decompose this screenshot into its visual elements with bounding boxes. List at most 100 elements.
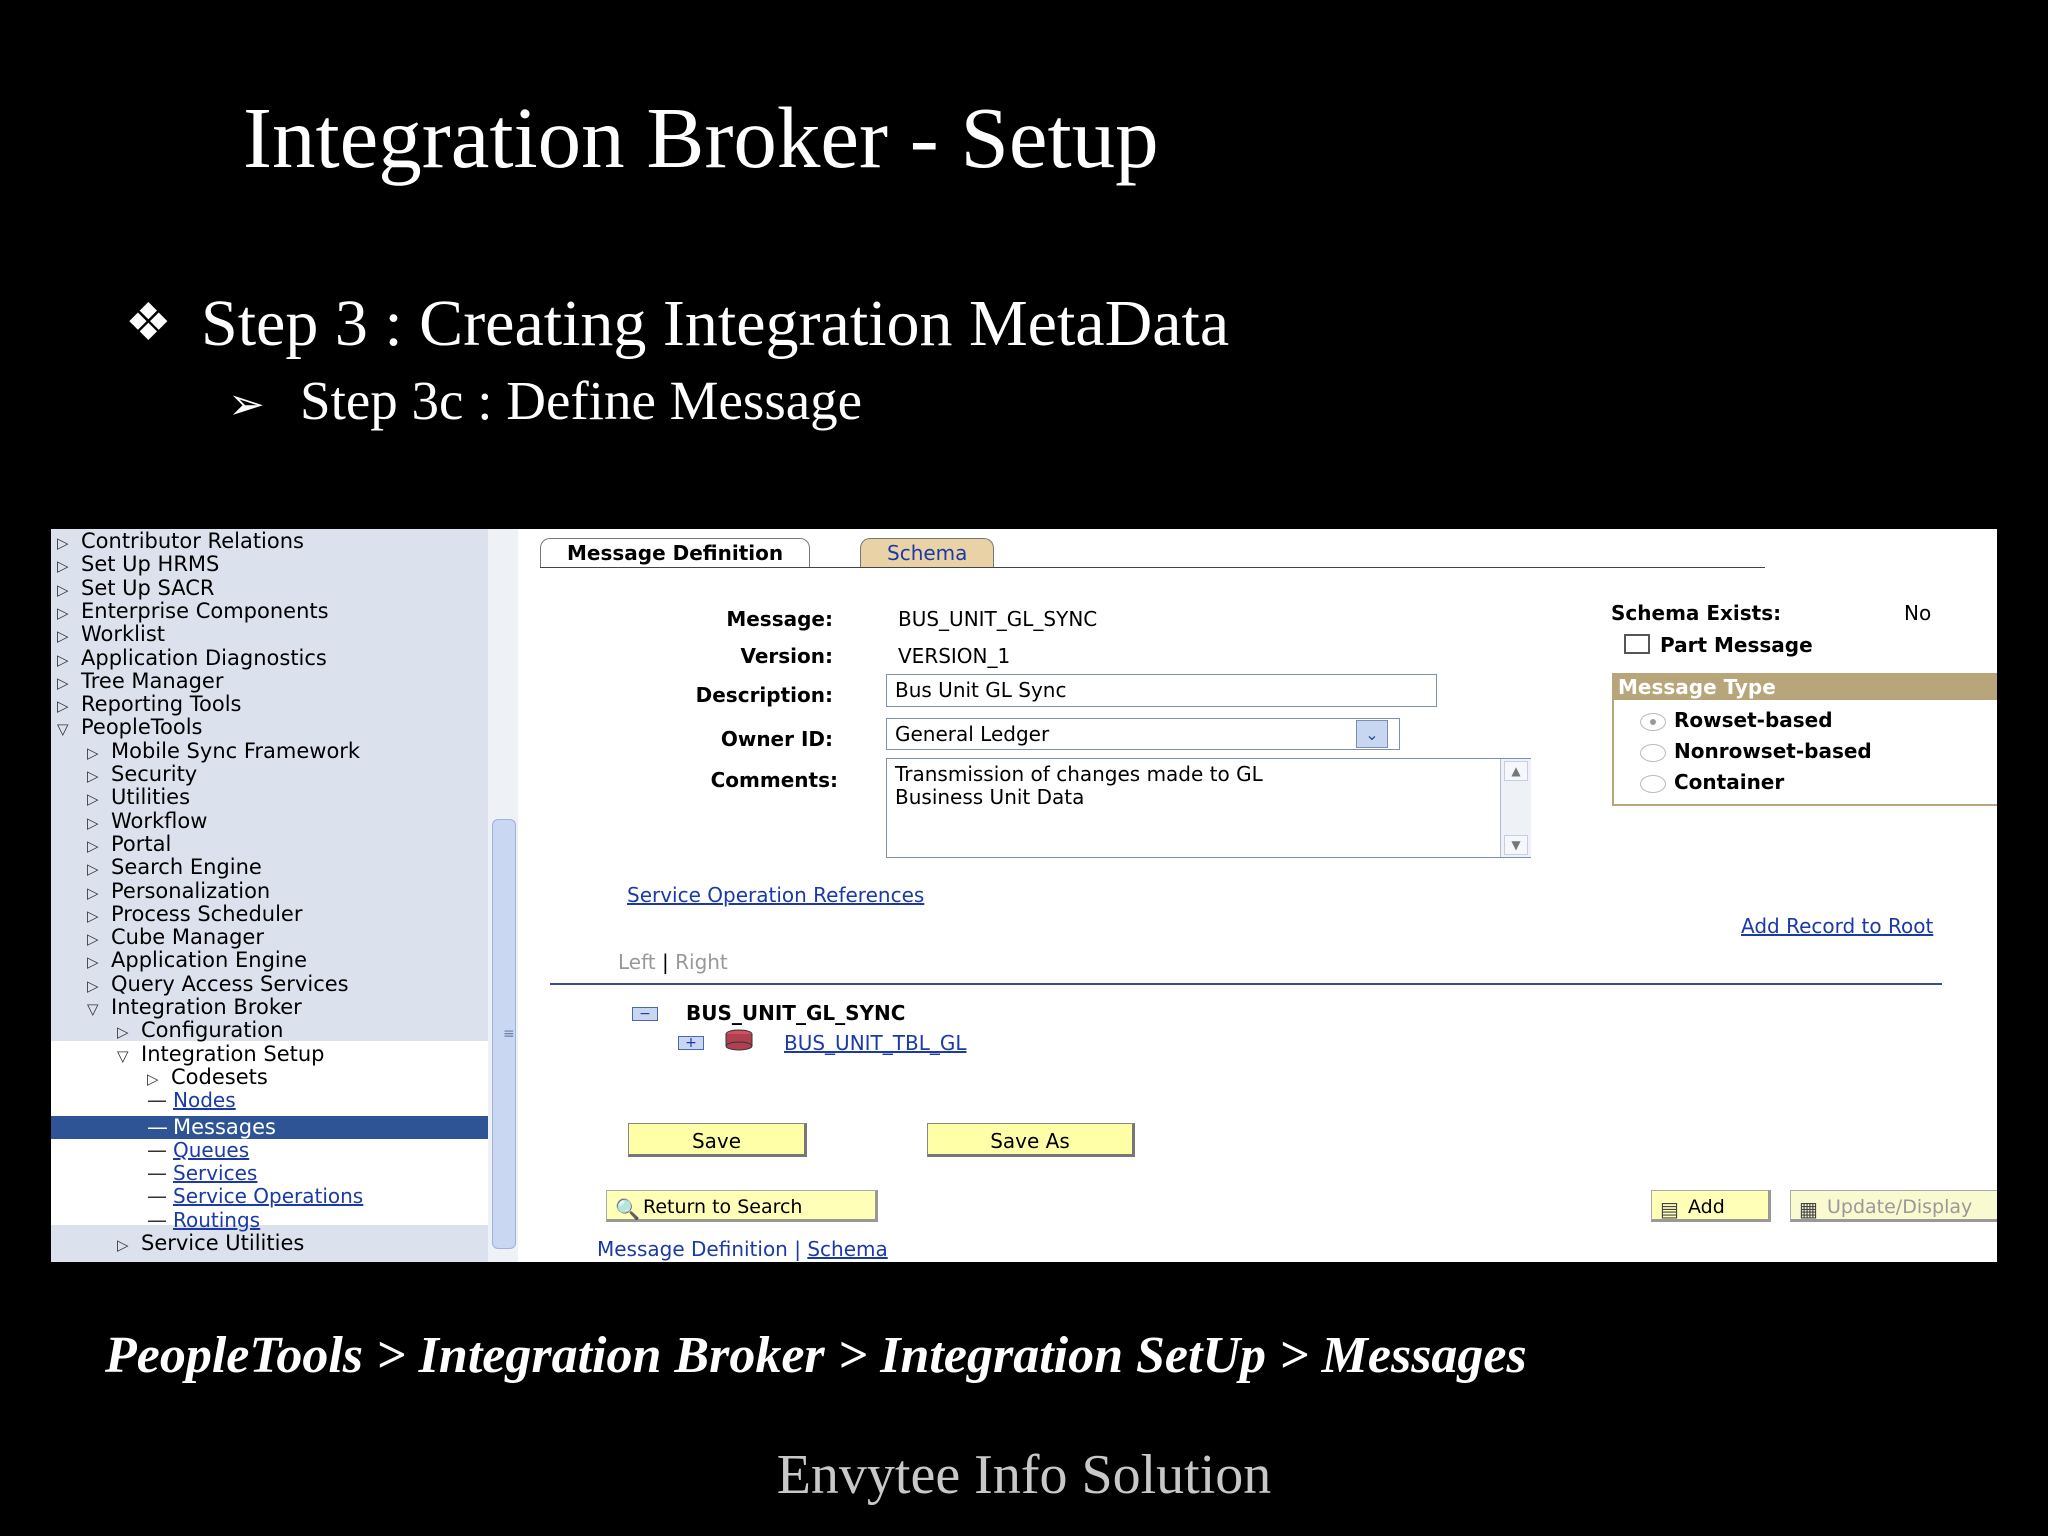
expand-arrow-icon: ▷ — [87, 930, 99, 949]
comments-scrollbar[interactable]: ▲ ▼ — [1500, 759, 1531, 857]
menu-item[interactable]: ▷ Security — [87, 763, 197, 786]
chevron-down-icon[interactable]: ⌄ — [1356, 720, 1388, 748]
menu-item[interactable]: — Service Operations — [147, 1185, 363, 1208]
menu-item[interactable]: ▷ Configuration — [117, 1019, 283, 1042]
comments-label: Comments: — [710, 768, 838, 792]
navigation-menu: ▷ Contributor Relations ▷ Set Up HRMS ▷ Set U… — [51, 529, 489, 1262]
scrollbar-grip-icon: ≡ — [503, 1026, 515, 1042]
return-to-search-button[interactable]: 🔍 Return to Search — [606, 1190, 878, 1222]
expand-arrow-icon: ▷ — [87, 743, 99, 762]
expand-arrow-icon: ▷ — [87, 813, 99, 832]
message-type-title: Message Type — [1614, 675, 1997, 700]
menu-item[interactable]: ▽ PeopleTools — [57, 716, 203, 739]
leaf-dash-icon: — — [147, 1137, 167, 1162]
tree-child-record-link[interactable]: BUS_UNIT_TBL_GL — [784, 1031, 967, 1055]
message-value: BUS_UNIT_GL_SYNC — [898, 607, 1098, 631]
expand-arrow-icon: ▷ — [87, 953, 99, 972]
message-definition-page: Message Definition Schema Message: BUS_U… — [518, 529, 1997, 1262]
description-label: Description: — [695, 683, 833, 707]
version-value: VERSION_1 — [898, 644, 1011, 668]
leaf-dash-icon: — — [147, 1114, 168, 1139]
peoplesoft-screenshot: ▷ Contributor Relations ▷ Set Up HRMS ▷ Set U… — [51, 529, 1997, 1262]
expand-arrow-icon: ▷ — [57, 603, 69, 622]
add-icon: ▤ — [1660, 1197, 1679, 1221]
menu-item[interactable]: — Messages — [51, 1114, 488, 1139]
menu-item[interactable]: ▷ Set Up SACR — [57, 576, 215, 600]
expand-icon[interactable]: + — [678, 1036, 704, 1050]
menu-item[interactable]: ▷ Tree Manager — [57, 669, 223, 693]
menu-item[interactable]: ▽ Integration Broker — [87, 996, 302, 1019]
expand-arrow-icon: ▷ — [87, 906, 99, 925]
scroll-up-icon[interactable]: ▲ — [1504, 761, 1528, 781]
radio-icon[interactable] — [1640, 743, 1666, 762]
bottom-page-links: Message Definition | Schema — [597, 1237, 888, 1261]
arrow-bullet-icon: ➢ — [228, 380, 265, 429]
leaf-dash-icon: — — [147, 1207, 167, 1232]
tab-message-definition[interactable]: Message Definition — [540, 538, 811, 568]
expand-arrow-icon: ▷ — [87, 767, 99, 785]
menu-item[interactable]: — Services — [147, 1162, 257, 1185]
menu-item[interactable]: ▷ Query Access Services — [87, 972, 349, 996]
menu-item[interactable]: ▽ Integration Setup — [117, 1042, 325, 1066]
owner-id-select[interactable]: General Ledger — [886, 718, 1400, 750]
bottom-link-schema[interactable]: Schema — [807, 1237, 887, 1261]
expand-arrow-icon: ▷ — [117, 1236, 129, 1254]
part-message-checkbox[interactable] — [1624, 634, 1650, 654]
menu-item[interactable]: ▷ Search Engine — [87, 856, 262, 879]
radio-icon[interactable] — [1640, 774, 1666, 793]
menu-item[interactable]: ▷ Cube Manager — [87, 926, 264, 949]
menu-item[interactable]: — Queues — [147, 1137, 249, 1162]
radio-selected-icon[interactable] — [1640, 712, 1666, 731]
service-operation-references-link[interactable]: Service Operation References — [627, 883, 924, 907]
menu-item[interactable]: ▷ Application Diagnostics — [57, 646, 327, 670]
expand-arrow-icon: ▷ — [87, 976, 99, 995]
add-button[interactable]: ▤ Add — [1651, 1190, 1771, 1222]
message-type-group: Message Type Rowset-based Nonrowset-base… — [1612, 673, 1997, 806]
menu-item[interactable]: ▷ Personalization — [87, 879, 270, 903]
comments-textarea[interactable]: Transmission of changes made to GL Busin… — [886, 758, 1531, 858]
menu-item[interactable]: ▷ Application Engine — [87, 949, 307, 972]
menu-item[interactable]: ▷ Process Scheduler — [87, 902, 302, 926]
menu-item[interactable]: ▷ Utilities — [87, 786, 190, 809]
database-icon — [725, 1029, 753, 1051]
menu-item[interactable]: ▷ Set Up HRMS — [57, 553, 219, 576]
slide-title: Integration Broker - Setup — [243, 89, 1159, 186]
menu-item[interactable]: ▷ Workflow — [87, 809, 207, 833]
menu-item[interactable]: ▷ Portal — [87, 832, 171, 856]
bullet-step3-text: Step 3 : Creating Integration MetaData — [201, 287, 1230, 360]
menu-item[interactable]: ▷ Codesets — [147, 1065, 268, 1089]
menu-item[interactable]: ▷ Worklist — [57, 623, 165, 646]
add-record-to-root-link[interactable]: Add Record to Root — [1741, 914, 1933, 938]
collapse-arrow-icon: ▽ — [87, 1000, 99, 1018]
description-input[interactable]: Bus Unit GL Sync — [886, 674, 1437, 707]
radio-container[interactable]: Container — [1640, 770, 1784, 794]
menu-item[interactable]: ▷ Reporting Tools — [57, 693, 242, 716]
navigation-path-caption: PeopleTools > Integration Broker > Integ… — [105, 1327, 1527, 1384]
update-display-button[interactable]: ▦ Update/Display — [1790, 1190, 1997, 1222]
scroll-down-icon[interactable]: ▼ — [1504, 835, 1528, 855]
radio-nonrowset-based[interactable]: Nonrowset-based — [1640, 739, 1872, 763]
diamond-bullet-icon: ❖ — [125, 295, 172, 352]
menu-item[interactable]: ▷ Enterprise Components — [57, 599, 329, 623]
bottom-link-message-definition[interactable]: Message Definition — [597, 1237, 788, 1261]
left-tab[interactable]: Left | Right — [618, 950, 728, 974]
menu-item[interactable]: — Nodes — [147, 1089, 236, 1112]
expand-arrow-icon: ▷ — [87, 790, 99, 809]
collapse-arrow-icon: ▽ — [117, 1046, 129, 1065]
save-button[interactable]: Save — [628, 1123, 807, 1157]
tab-underline — [540, 567, 1765, 568]
collapse-arrow-icon: ▽ — [57, 720, 69, 739]
menu-item[interactable]: ▷ Service Utilities — [117, 1232, 304, 1255]
owner-id-label: Owner ID: — [720, 727, 833, 751]
tab-schema[interactable]: Schema — [860, 538, 995, 568]
radio-rowset-based[interactable]: Rowset-based — [1640, 708, 1833, 732]
menu-item[interactable]: ▷ Mobile Sync Framework — [87, 739, 360, 763]
expand-arrow-icon: ▷ — [117, 1023, 129, 1042]
save-as-button[interactable]: Save As — [927, 1123, 1135, 1157]
menu-item[interactable]: ▷ Contributor Relations — [57, 530, 304, 553]
expand-arrow-icon: ▷ — [57, 650, 69, 669]
bullet-step3c: ➢ Step 3c : Define Message — [228, 366, 862, 440]
menu-item[interactable]: — Routings — [147, 1207, 260, 1232]
collapse-icon[interactable]: − — [632, 1007, 658, 1021]
expand-arrow-icon: ▷ — [57, 580, 69, 599]
